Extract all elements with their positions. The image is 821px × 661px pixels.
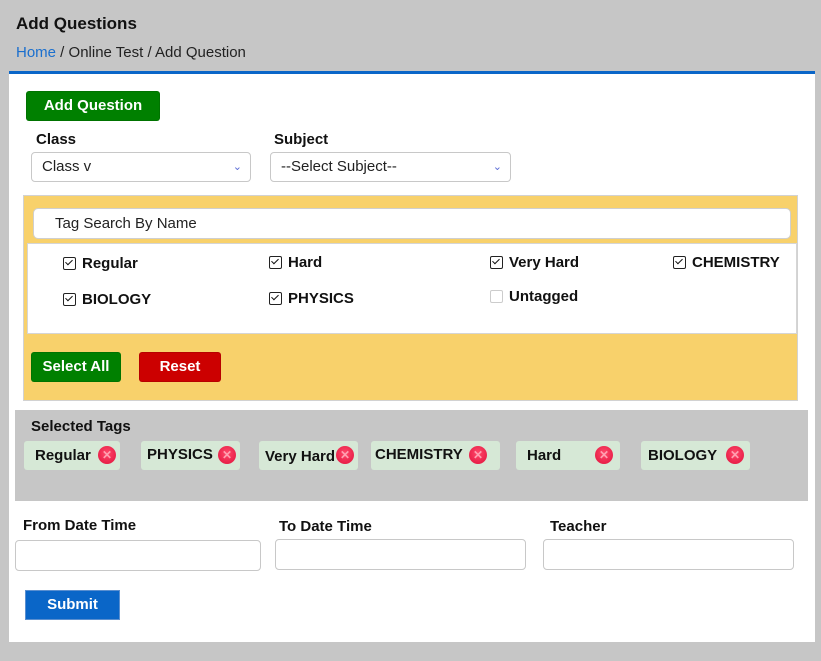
tag-checkbox-untagged[interactable]: Untagged	[490, 288, 578, 305]
subject-select-value: --Select Subject--	[281, 158, 397, 175]
tag-checkbox-physics[interactable]: PHYSICS	[269, 290, 354, 307]
submit-button[interactable]: Submit	[25, 590, 120, 620]
tag-checkbox-label: Very Hard	[509, 254, 580, 271]
selected-tag-chip: PHYSICS ✕	[141, 441, 240, 470]
breadcrumb: Home / Online Test / Add Question	[16, 44, 246, 61]
chip-label: PHYSICS	[147, 446, 213, 463]
tag-checkbox-list: Regular Hard Very Hard CHEMISTRY BIOLOGY…	[27, 243, 797, 334]
class-select[interactable]: Class v ⌄	[31, 152, 251, 182]
tag-checkbox-label: CHEMISTRY	[692, 254, 780, 271]
chip-label: CHEMISTRY	[375, 446, 463, 463]
breadcrumb-separator: /	[143, 44, 155, 61]
tag-checkbox-label: Hard	[288, 254, 323, 271]
tag-checkbox-label: Untagged	[509, 288, 579, 305]
close-circle-icon[interactable]: ✕	[469, 446, 487, 464]
to-date-label: To Date Time	[279, 518, 372, 535]
close-circle-icon[interactable]: ✕	[726, 446, 744, 464]
close-circle-icon[interactable]: ✕	[218, 446, 236, 464]
to-date-input[interactable]	[275, 539, 526, 570]
close-circle-icon[interactable]: ✕	[595, 446, 613, 464]
close-circle-icon[interactable]: ✕	[98, 446, 116, 464]
chip-label: Very Hard	[265, 448, 336, 465]
breadcrumb-current: Add Question	[154, 44, 246, 61]
tag-checkbox-label: BIOLOGY	[82, 291, 152, 308]
tag-filter-panel: Tag Search By Name Regular Hard Very Har…	[23, 195, 798, 401]
checkbox-checked-icon[interactable]	[63, 257, 76, 270]
from-date-input[interactable]	[15, 540, 261, 571]
subject-label: Subject	[274, 131, 329, 148]
checkbox-checked-icon[interactable]	[269, 292, 282, 305]
chip-label: Regular	[35, 447, 91, 464]
tag-checkbox-label: PHYSICS	[288, 290, 354, 307]
tag-checkbox-chemistry[interactable]: CHEMISTRY	[673, 254, 780, 271]
checkbox-checked-icon[interactable]	[490, 256, 503, 269]
checkbox-unchecked-icon[interactable]	[490, 290, 503, 303]
breadcrumb-separator: /	[56, 44, 69, 61]
teacher-label: Teacher	[550, 518, 607, 535]
close-circle-icon[interactable]: ✕	[336, 446, 354, 464]
checkbox-checked-icon[interactable]	[673, 256, 686, 269]
tag-checkbox-label: Regular	[82, 255, 138, 272]
breadcrumb-home-link[interactable]: Home	[16, 44, 56, 61]
subject-select[interactable]: --Select Subject-- ⌄	[270, 152, 511, 182]
chevron-down-icon: ⌄	[492, 161, 502, 173]
tag-checkbox-very-hard[interactable]: Very Hard	[490, 254, 579, 271]
from-date-label: From Date Time	[23, 517, 137, 534]
chevron-down-icon: ⌄	[232, 161, 242, 173]
selected-tags-title: Selected Tags	[31, 418, 131, 435]
tag-search-input[interactable]: Tag Search By Name	[33, 208, 791, 239]
main-panel: Add Question Class Class v ⌄ Subject --S…	[9, 71, 815, 642]
page-title: Add Questions	[16, 14, 137, 33]
checkbox-checked-icon[interactable]	[269, 256, 282, 269]
chip-label: Hard	[527, 447, 562, 464]
chip-label: BIOLOGY	[648, 447, 718, 464]
checkbox-checked-icon[interactable]	[63, 293, 76, 306]
selected-tag-chip: Very Hard ✕	[259, 441, 358, 470]
breadcrumb-online-test: Online Test	[68, 44, 144, 61]
tag-checkbox-biology[interactable]: BIOLOGY	[63, 291, 151, 308]
class-label: Class	[36, 131, 77, 148]
selected-tag-chip: Hard ✕	[516, 441, 620, 470]
reset-button[interactable]: Reset	[139, 352, 221, 382]
class-select-value: Class v	[42, 158, 92, 175]
teacher-input[interactable]	[543, 539, 794, 570]
selected-tag-chip: Regular ✕	[24, 441, 120, 470]
select-all-button[interactable]: Select All	[31, 352, 121, 382]
tag-checkbox-hard[interactable]: Hard	[269, 254, 322, 271]
add-question-button[interactable]: Add Question	[26, 91, 160, 121]
selected-tags-panel: Selected Tags Regular ✕ PHYSICS ✕ Very H…	[15, 410, 808, 501]
tag-checkbox-regular[interactable]: Regular	[63, 255, 138, 272]
selected-tag-chip: CHEMISTRY ✕	[371, 441, 500, 470]
selected-tag-chip: BIOLOGY ✕	[641, 441, 750, 470]
